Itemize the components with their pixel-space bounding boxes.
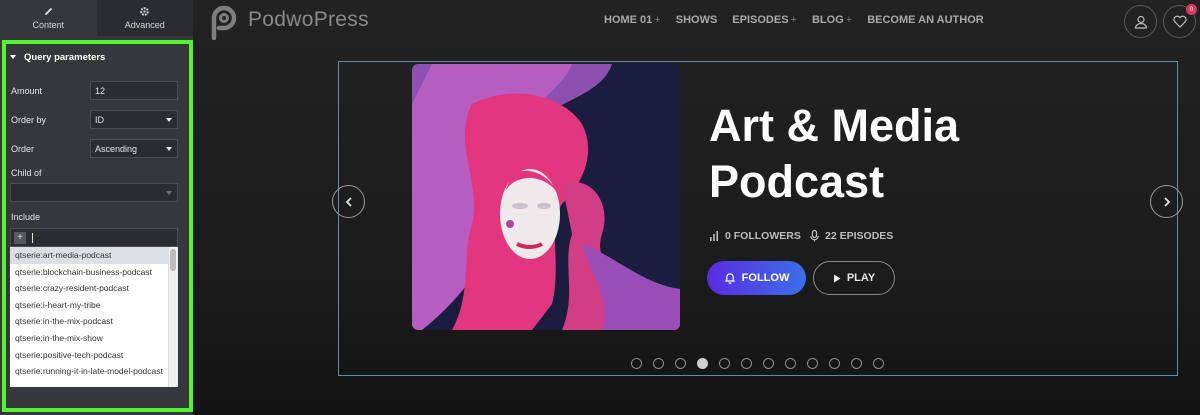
tab-advanced[interactable]: Advanced — [97, 0, 194, 36]
amount-input[interactable]: 12 — [90, 81, 178, 100]
text-cursor — [32, 232, 33, 243]
dropdown-option[interactable]: qtserie:crazy-resident-podcast — [10, 280, 178, 297]
amount-label: Amount — [11, 86, 43, 96]
slider-dot[interactable] — [851, 358, 862, 369]
nav-label: BLOG — [811, 14, 844, 26]
podwopress-logo-icon[interactable] — [208, 4, 238, 40]
order-label: Order — [11, 144, 35, 154]
dropdown-option[interactable]: qtserie:positive-tech-podcast — [10, 347, 178, 364]
include-dropdown: qtserie:art-media-podcast qtserie:blockc… — [10, 247, 178, 387]
nav-label: BECOME AN AUTHOR — [867, 14, 984, 26]
child-of-select[interactable] — [10, 183, 178, 202]
favorites-button[interactable]: 0 — [1163, 4, 1197, 38]
nav-item-become-author[interactable]: BECOME AN AUTHOR — [867, 14, 984, 26]
child-of-label: Child of — [11, 168, 42, 178]
editor-panel: Content Advanced Query parameters Amount… — [0, 0, 193, 415]
chevron-left-icon — [345, 196, 352, 207]
pencil-icon — [44, 7, 52, 16]
panel-tabs: Content Advanced — [0, 0, 193, 36]
episodes-text: 22 EPISODES — [825, 230, 894, 242]
slider-dot[interactable] — [631, 358, 642, 369]
nav-item-blog[interactable]: BLOG + — [812, 14, 852, 26]
play-label: PLAY — [846, 272, 876, 284]
chevron-down-icon — [166, 118, 172, 122]
slider-dot[interactable] — [697, 358, 708, 369]
scrollbar-thumb[interactable] — [170, 249, 176, 271]
dropdown-option[interactable]: qtserie:i-heart-my-tribe — [10, 297, 178, 314]
heart-icon — [1172, 15, 1187, 28]
plus-icon: + — [845, 14, 853, 26]
slider-prev-button[interactable] — [332, 185, 365, 218]
slider-dot[interactable] — [741, 358, 752, 369]
play-button[interactable]: PLAY — [813, 261, 895, 295]
favorites-count-badge: 0 — [1186, 4, 1197, 15]
user-icon — [1134, 15, 1147, 29]
tab-content[interactable]: Content — [0, 0, 97, 36]
follow-button[interactable]: FOLLOW — [707, 261, 806, 295]
followers-count: 0 FOLLOWERS — [709, 230, 801, 242]
slider-next-button[interactable] — [1150, 185, 1183, 218]
plus-icon[interactable]: + — [14, 231, 26, 244]
order-by-select[interactable]: ID — [90, 110, 178, 129]
slider-dot[interactable] — [675, 358, 686, 369]
include-label: Include — [11, 212, 41, 222]
slider-dot[interactable] — [873, 358, 884, 369]
site-logo-text[interactable]: PodwoPress — [248, 8, 369, 32]
nav-label: SHOWS — [675, 14, 718, 26]
slider-dots — [631, 358, 895, 369]
microphone-icon — [810, 230, 819, 242]
tab-advanced-label: Advanced — [124, 20, 165, 30]
followers-text: 0 FOLLOWERS — [725, 230, 801, 242]
slider-dot[interactable] — [763, 358, 774, 369]
podcast-title-line1: Art & Media — [709, 100, 960, 151]
chevron-right-icon — [1163, 196, 1170, 207]
order-select[interactable]: Ascending — [90, 139, 178, 158]
podcast-slider: Art & Media Podcast 0 FOLLOWERS 22 EPISO… — [332, 61, 1183, 376]
gear-icon — [140, 7, 150, 16]
tab-content-label: Content — [32, 20, 65, 30]
dropdown-option[interactable]: qtserie:blockchain-business-podcast — [10, 264, 178, 281]
account-button[interactable] — [1124, 5, 1157, 38]
plus-icon: + — [790, 14, 797, 26]
dropdown-option[interactable]: qtserie:running-it-in-late-model-podcast — [10, 363, 178, 380]
bars-icon — [710, 231, 718, 241]
play-icon — [833, 274, 841, 282]
slider-dot[interactable] — [653, 358, 664, 369]
nav-item-episodes[interactable]: EPISODES + — [732, 14, 797, 26]
nav-label: HOME 01 — [604, 14, 653, 26]
podcast-cover-art[interactable] — [412, 64, 680, 330]
episodes-count: 22 EPISODES — [810, 230, 893, 242]
order-value: Ascending — [95, 143, 138, 154]
order-by-value: ID — [95, 114, 104, 125]
order-by-label: Order by — [11, 115, 47, 125]
main-nav: HOME 01 + SHOWS EPISODES + BLOG + BECOME AN… — [604, 14, 999, 26]
podcast-cover-illustration — [412, 64, 680, 330]
bell-icon — [724, 273, 735, 284]
site-preview: PodwoPress HOME 01 + SHOWS EPISODES + BLOG… — [193, 0, 1200, 415]
slider-dot[interactable] — [719, 358, 730, 369]
slider-dot[interactable] — [807, 358, 818, 369]
nav-item-shows[interactable]: SHOWS — [676, 14, 718, 26]
chevron-down-icon — [166, 191, 172, 195]
podcast-title-line2: Podcast — [709, 156, 885, 207]
follow-label: FOLLOW — [741, 272, 790, 284]
nav-label: EPISODES — [732, 14, 789, 26]
plus-icon: + — [654, 14, 661, 26]
section-title: Query parameters — [24, 51, 106, 63]
include-input[interactable]: + — [10, 228, 178, 247]
slider-dot[interactable] — [829, 358, 840, 369]
dropdown-option[interactable]: qtserie:in-the-mix-podcast — [10, 313, 178, 330]
panel-body: Query parameters Amount 12 Order by ID O… — [0, 36, 193, 415]
dropdown-option[interactable]: qtserie:art-media-podcast — [10, 247, 178, 264]
chevron-down-icon — [166, 147, 172, 151]
nav-item-home[interactable]: HOME 01 + — [604, 14, 661, 26]
dropdown-scrollbar[interactable] — [168, 247, 178, 387]
slider-dot[interactable] — [785, 358, 796, 369]
dropdown-option[interactable]: qtserie:in-the-mix-show — [10, 330, 178, 347]
query-parameters-section[interactable]: Query parameters — [0, 42, 193, 72]
caret-down-icon — [10, 55, 16, 59]
podcast-title: Art & Media Podcast — [709, 98, 1039, 210]
